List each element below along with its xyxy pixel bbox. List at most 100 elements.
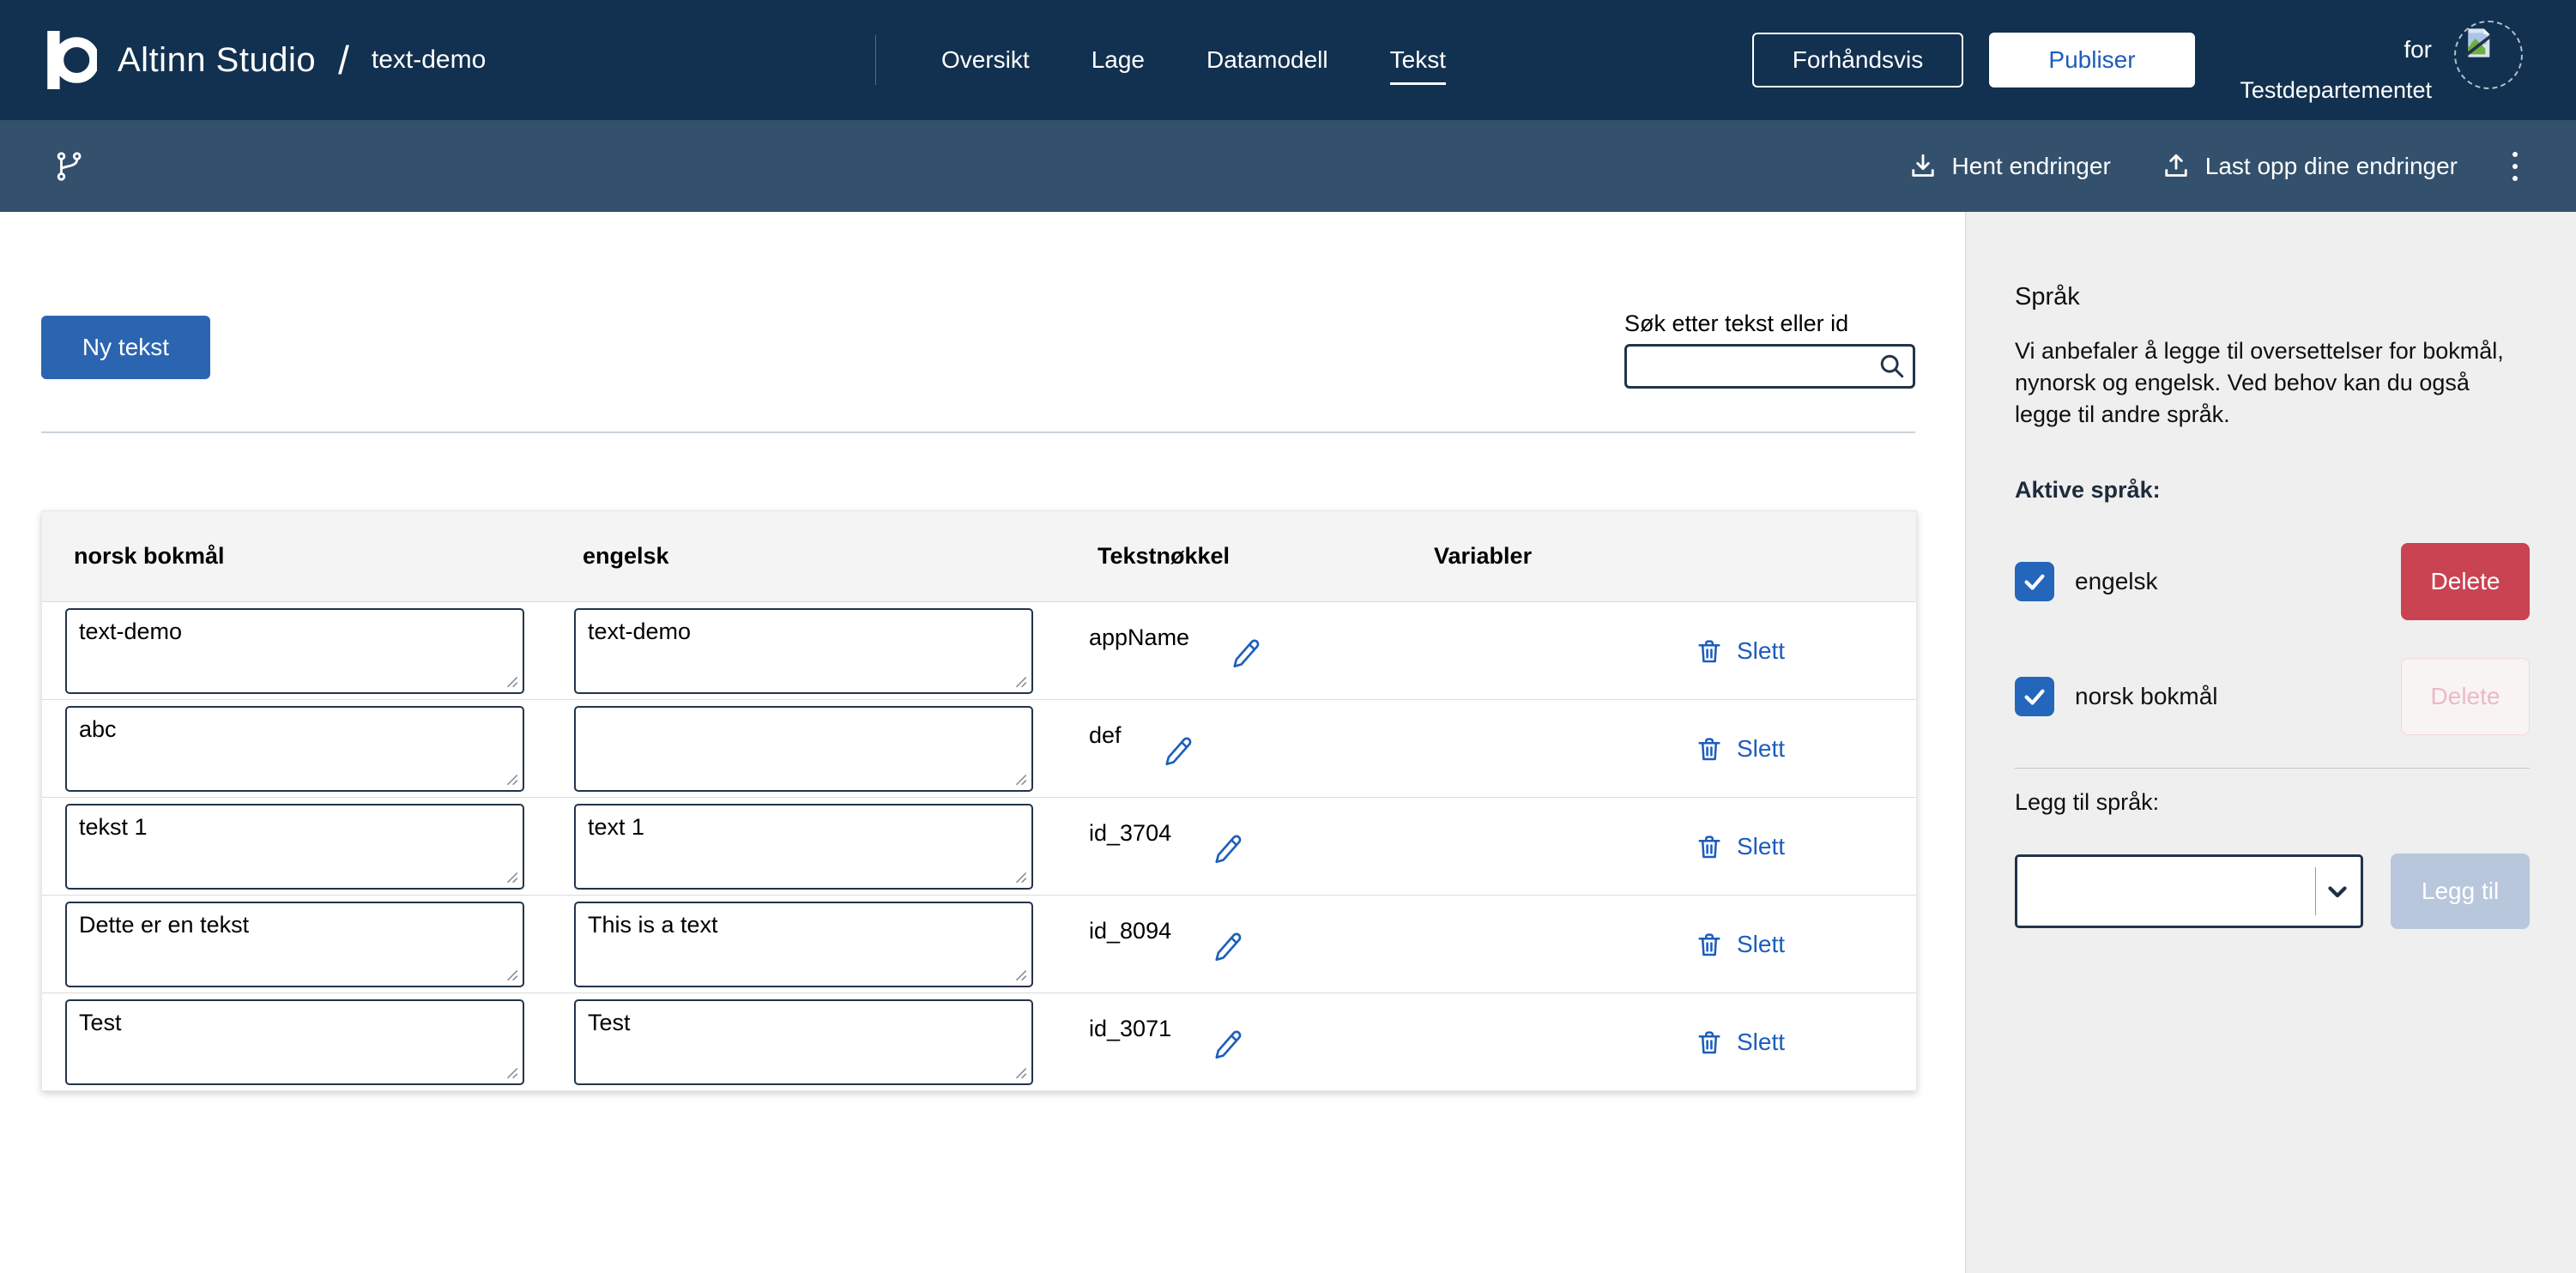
add-language-row: Legg til <box>2015 854 2530 929</box>
breadcrumb-separator: / <box>338 37 349 83</box>
search-label: Søk etter tekst eller id <box>1624 311 1915 337</box>
version-control-toolbar: Hent endringer Last opp dine endringer <box>0 120 2576 212</box>
delete-row-button[interactable]: Slett <box>1694 831 1785 862</box>
account-text: for Testdepartementet <box>2240 21 2432 104</box>
table-row: Dette er en tekst This is a text id_8094… <box>42 895 1916 992</box>
search-block: Søk etter tekst eller id <box>1624 311 1915 389</box>
resize-handle-icon[interactable] <box>504 673 519 689</box>
en-text-input[interactable]: This is a text <box>574 902 1033 987</box>
avatar[interactable] <box>2454 21 2523 89</box>
repo-name: text-demo <box>372 45 486 75</box>
nb-text-input[interactable]: Test <box>65 999 524 1085</box>
table-row: Test Test id_3071 Slett <box>42 992 1916 1090</box>
search-input[interactable] <box>1624 344 1915 389</box>
table-row: text-demo text-demo appName Slett <box>42 602 1916 699</box>
trash-icon <box>1694 1027 1725 1058</box>
add-language-button[interactable]: Legg til <box>2391 854 2530 929</box>
resize-handle-icon[interactable] <box>1013 673 1028 689</box>
nav-item-tekst[interactable]: Tekst <box>1390 46 1446 85</box>
select-separator <box>2315 867 2316 915</box>
language-label: engelsk <box>2075 568 2158 595</box>
nav-item-lage[interactable]: Lage <box>1091 46 1145 74</box>
check-icon <box>2022 684 2047 709</box>
publish-button[interactable]: Publiser <box>1989 33 2195 87</box>
delete-row-label: Slett <box>1737 931 1785 958</box>
altinn-logo-icon <box>47 31 97 89</box>
delete-row-button[interactable]: Slett <box>1694 733 1785 764</box>
table-header-row: norsk bokmål engelsk Tekstnøkkel Variabl… <box>42 511 1916 602</box>
edit-key-button[interactable] <box>1209 928 1245 967</box>
delete-row-label: Slett <box>1737 735 1785 763</box>
search-icon <box>1878 352 1907 381</box>
engelsk-checkbox[interactable] <box>2015 562 2054 601</box>
column-header-en: engelsk <box>574 543 1089 570</box>
sidebar-description: Vi anbefaler å legge til oversettelser f… <box>2015 335 2530 431</box>
resize-handle-icon[interactable] <box>504 1065 519 1080</box>
nb-text-input[interactable]: text-demo <box>65 608 524 694</box>
resize-handle-icon[interactable] <box>1013 771 1028 787</box>
upload-changes-button[interactable]: Last opp dine endringer <box>2161 151 2458 182</box>
chevron-down-icon <box>2323 877 2352 906</box>
account-menu[interactable]: for Testdepartementet <box>2240 21 2523 104</box>
norsk-bokmal-checkbox[interactable] <box>2015 677 2054 716</box>
language-row-engelsk: engelsk Delete <box>2015 543 2530 620</box>
nb-text-input[interactable]: tekst 1 <box>65 804 524 890</box>
text-key: def <box>1089 722 1122 749</box>
trash-icon <box>1694 733 1725 764</box>
main-content: Ny tekst Søk etter tekst eller id norsk … <box>0 212 1965 1273</box>
edit-key-button[interactable] <box>1209 1026 1245 1065</box>
text-key: id_3071 <box>1089 1016 1171 1042</box>
edit-key-button[interactable] <box>1159 733 1195 771</box>
delete-row-button[interactable]: Slett <box>1694 1027 1785 1058</box>
text-key: appName <box>1089 624 1189 651</box>
more-options-button[interactable] <box>2507 147 2523 186</box>
language-label: norsk bokmål <box>2075 683 2218 710</box>
trash-icon <box>1694 636 1725 667</box>
resize-handle-icon[interactable] <box>1013 1065 1028 1080</box>
brand[interactable]: Altinn Studio / text-demo <box>47 0 486 120</box>
delete-row-button[interactable]: Slett <box>1694 636 1785 667</box>
column-header-variables: Variabler <box>1425 543 1670 570</box>
resize-handle-icon[interactable] <box>1013 967 1028 982</box>
trash-icon <box>1694 929 1725 960</box>
resize-handle-icon[interactable] <box>504 869 519 884</box>
delete-row-label: Slett <box>1737 833 1785 860</box>
org-name: Testdepartementet <box>2240 77 2432 104</box>
preview-button[interactable]: Forhåndsvis <box>1752 33 1963 87</box>
active-languages-label: Aktive språk: <box>2015 477 2530 504</box>
toolbar-right: Hent endringer Last opp dine endringer <box>1908 120 2523 212</box>
language-row-norsk-bokmal: norsk bokmål Delete <box>2015 658 2530 735</box>
en-text-input[interactable]: Test <box>574 999 1033 1085</box>
delete-language-button-disabled[interactable]: Delete <box>2401 658 2530 735</box>
new-text-button[interactable]: Ny tekst <box>41 316 210 379</box>
nb-text-input[interactable]: Dette er en tekst <box>65 902 524 987</box>
en-text-input[interactable]: text 1 <box>574 804 1033 890</box>
delete-language-button[interactable]: Delete <box>2401 543 2530 620</box>
git-branch-icon <box>53 120 86 212</box>
en-text-input[interactable]: text-demo <box>574 608 1033 694</box>
nav-item-datamodell[interactable]: Datamodell <box>1206 46 1328 74</box>
add-language-label: Legg til språk: <box>2015 789 2530 816</box>
nb-text-input[interactable]: abc <box>65 706 524 792</box>
resize-handle-icon[interactable] <box>504 771 519 787</box>
edit-key-button[interactable] <box>1209 830 1245 869</box>
language-select[interactable] <box>2015 854 2363 928</box>
nav-divider <box>875 35 876 85</box>
edit-key-button[interactable] <box>1227 635 1263 673</box>
header-actions: Forhåndsvis Publiser <box>1752 0 2195 120</box>
resize-handle-icon[interactable] <box>1013 869 1028 884</box>
altinn-studio-window: Altinn Studio / text-demo Oversikt Lage … <box>0 0 2576 1273</box>
resize-handle-icon[interactable] <box>504 967 519 982</box>
delete-row-button[interactable]: Slett <box>1694 929 1785 960</box>
texts-table: norsk bokmål engelsk Tekstnøkkel Variabl… <box>41 510 1917 1091</box>
main-nav: Oversikt Lage Datamodell Tekst <box>875 0 1446 120</box>
en-text-input[interactable] <box>574 706 1033 792</box>
delete-row-label: Slett <box>1737 637 1785 665</box>
text-key: id_3704 <box>1089 820 1171 847</box>
org-prefix: for <box>2404 36 2432 63</box>
delete-row-label: Slett <box>1737 1029 1785 1056</box>
nav-item-oversikt[interactable]: Oversikt <box>941 46 1030 74</box>
column-header-key: Tekstnøkkel <box>1089 543 1425 570</box>
fetch-changes-button[interactable]: Hent endringer <box>1908 151 2111 182</box>
top-header-bar: Altinn Studio / text-demo Oversikt Lage … <box>0 0 2576 120</box>
